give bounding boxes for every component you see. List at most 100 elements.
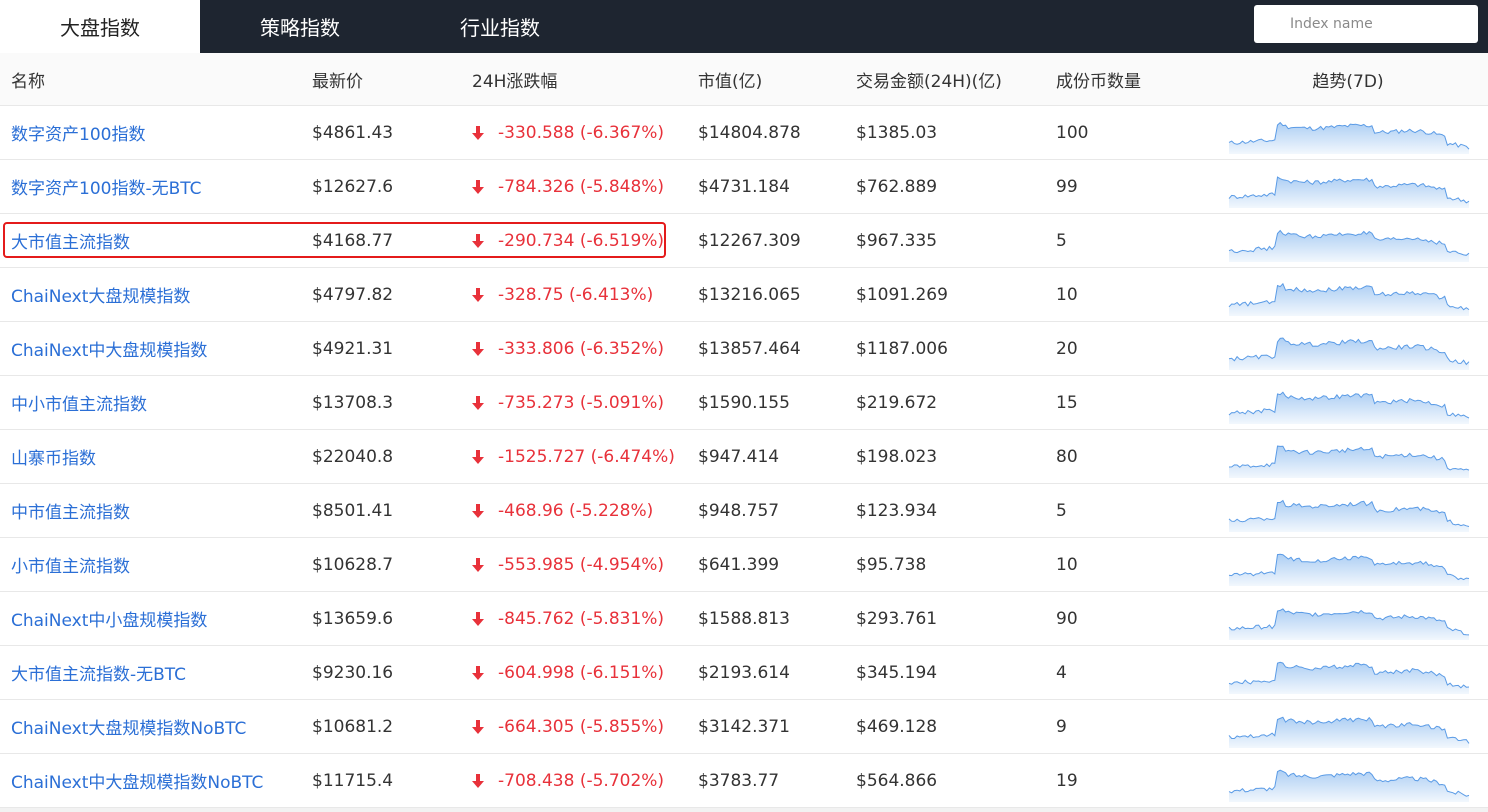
market-cap-cell: $3142.371 <box>698 716 790 737</box>
arrow-down-icon <box>472 395 484 410</box>
sparkline-area <box>1229 230 1469 262</box>
arrow-down-icon <box>472 125 484 140</box>
price-cell: $11715.4 <box>312 770 394 791</box>
volume-cell: $1187.006 <box>856 338 948 359</box>
price-cell: $12627.6 <box>312 176 394 197</box>
market-cap-cell: $1588.813 <box>698 608 790 629</box>
change-value: -708.438 (-5.702%) <box>498 770 665 791</box>
table-row[interactable]: 大市值主流指数-无BTC $9230.16 -604.998 (-6.151%) $2… <box>0 646 1488 700</box>
index-name-link[interactable]: 山寨币指数 <box>11 444 96 469</box>
index-name-link[interactable]: 中小市值主流指数 <box>11 390 147 415</box>
sparkline-area <box>1229 661 1469 694</box>
arrow-down-icon <box>472 341 484 356</box>
volume-cell: $1091.269 <box>856 284 948 305</box>
change-value: -328.75 (-6.413%) <box>498 284 654 305</box>
index-name-link[interactable]: 中市值主流指数 <box>11 498 130 523</box>
table-row[interactable]: ChaiNext大盘规模指数 $4797.82 -328.75 (-6.413%) $… <box>0 268 1488 322</box>
table-body: 数字资产100指数 $4861.43 -330.588 (-6.367%) $1480… <box>0 106 1488 808</box>
index-name-link[interactable]: 大市值主流指数-无BTC <box>11 660 186 685</box>
tab-industry-index[interactable]: 行业指数 <box>400 0 600 53</box>
trend-sparkline <box>1228 553 1470 586</box>
change-value: -604.998 (-6.151%) <box>498 662 665 683</box>
table-row[interactable]: ChaiNext中小盘规模指数 $13659.6 -845.762 (-5.831%… <box>0 592 1488 646</box>
volume-cell: $345.194 <box>856 662 938 683</box>
sparkline-area <box>1229 391 1469 424</box>
arrow-down-icon <box>472 449 484 464</box>
sparkline-area <box>1229 716 1469 748</box>
table-row[interactable]: 山寨币指数 $22040.8 -1525.727 (-6.474%) $947.414… <box>0 430 1488 484</box>
column-header-constituent-count: 成份币数量 <box>1056 71 1141 92</box>
tab-strategy-index[interactable]: 策略指数 <box>200 0 400 53</box>
table-row[interactable]: ChaiNext大盘规模指数NoBTC $10681.2 -664.305 (-5.… <box>0 700 1488 754</box>
constituent-count-cell: 10 <box>1056 554 1078 575</box>
change-value: -333.806 (-6.352%) <box>498 338 665 359</box>
market-cap-cell: $14804.878 <box>698 122 801 143</box>
market-cap-cell: $947.414 <box>698 446 780 467</box>
table-row[interactable]: 数字资产100指数 $4861.43 -330.588 (-6.367%) $1480… <box>0 106 1488 160</box>
change-value: -735.273 (-5.091%) <box>498 392 665 413</box>
constituent-count-cell: 5 <box>1056 500 1067 521</box>
sparkline-area <box>1229 122 1469 154</box>
trend-sparkline <box>1228 661 1470 694</box>
change-value: -290.734 (-6.519%) <box>498 230 665 251</box>
index-name-link[interactable]: ChaiNext中大盘规模指数NoBTC <box>11 768 263 793</box>
index-name-link[interactable]: 数字资产100指数 <box>11 120 145 145</box>
constituent-count-cell: 15 <box>1056 392 1078 413</box>
price-cell: $13659.6 <box>312 608 394 629</box>
tab-market-index[interactable]: 大盘指数 <box>0 0 200 53</box>
volume-cell: $967.335 <box>856 230 938 251</box>
sparkline-area <box>1229 176 1469 208</box>
price-cell: $4168.77 <box>312 230 394 251</box>
market-cap-cell: $2193.614 <box>698 662 790 683</box>
trend-sparkline <box>1228 499 1470 532</box>
search-input[interactable] <box>1254 5 1478 43</box>
constituent-count-cell: 19 <box>1056 770 1078 791</box>
trend-sparkline <box>1228 716 1470 748</box>
arrow-down-icon <box>472 287 484 302</box>
table-row[interactable]: 中小市值主流指数 $13708.3 -735.273 (-5.091%) $1590.… <box>0 376 1488 430</box>
constituent-count-cell: 4 <box>1056 662 1067 683</box>
volume-cell: $293.761 <box>856 608 938 629</box>
change-value: -468.96 (-5.228%) <box>498 500 654 521</box>
index-name-link[interactable]: ChaiNext大盘规模指数NoBTC <box>11 714 246 739</box>
market-cap-cell: $948.757 <box>698 500 780 521</box>
column-header-change: 24H涨跌幅 <box>472 71 558 92</box>
index-name-link[interactable]: ChaiNext大盘规模指数 <box>11 282 190 307</box>
market-cap-cell: $1590.155 <box>698 392 790 413</box>
table-row[interactable]: 大市值主流指数 $4168.77 -290.734 (-6.519%) $12267.… <box>0 214 1488 268</box>
table-row[interactable]: 数字资产100指数-无BTC $12627.6 -784.326 (-5.848%)… <box>0 160 1488 214</box>
constituent-count-cell: 10 <box>1056 284 1078 305</box>
arrow-down-icon <box>472 233 484 248</box>
index-name-link[interactable]: 小市值主流指数 <box>11 552 130 577</box>
price-cell: $4861.43 <box>312 122 394 143</box>
trend-sparkline <box>1228 121 1470 154</box>
change-value: -845.762 (-5.831%) <box>498 608 665 629</box>
volume-cell: $469.128 <box>856 716 938 737</box>
table-row[interactable]: ChaiNext中大盘规模指数NoBTC $11715.4 -708.438 (-5… <box>0 754 1488 808</box>
arrow-down-icon <box>472 719 484 734</box>
table-header: 名称 最新价 24H涨跌幅 市值(亿) 交易金额(24H)(亿) 成份币数量 趋… <box>0 53 1488 106</box>
volume-cell: $564.866 <box>856 770 938 791</box>
trend-sparkline <box>1228 607 1470 640</box>
price-cell: $22040.8 <box>312 446 394 467</box>
table-row[interactable]: ChaiNext中大盘规模指数 $4921.31 -333.806 (-6.352%… <box>0 322 1488 376</box>
trend-sparkline <box>1228 175 1470 208</box>
sparkline-area <box>1229 283 1469 316</box>
index-name-link[interactable]: ChaiNext中大盘规模指数 <box>11 336 207 361</box>
column-header-volume: 交易金额(24H)(亿) <box>856 71 1002 92</box>
index-table: 名称 最新价 24H涨跌幅 市值(亿) 交易金额(24H)(亿) 成份币数量 趋… <box>0 53 1488 808</box>
market-cap-cell: $13216.065 <box>698 284 801 305</box>
index-name-link[interactable]: 大市值主流指数 <box>11 228 130 253</box>
table-row[interactable]: 小市值主流指数 $10628.7 -553.985 (-4.954%) $641.39… <box>0 538 1488 592</box>
sparkline-area <box>1229 500 1469 532</box>
trend-sparkline <box>1228 445 1470 478</box>
market-cap-cell: $3783.77 <box>698 770 780 791</box>
volume-cell: $1385.03 <box>856 122 938 143</box>
trend-sparkline <box>1228 769 1470 802</box>
index-name-link[interactable]: 数字资产100指数-无BTC <box>11 174 202 199</box>
table-row[interactable]: 中市值主流指数 $8501.41 -468.96 (-5.228%) $948.757… <box>0 484 1488 538</box>
arrow-down-icon <box>472 611 484 626</box>
index-name-link[interactable]: ChaiNext中小盘规模指数 <box>11 606 207 631</box>
trend-sparkline <box>1228 282 1470 316</box>
sparkline-area <box>1229 608 1469 640</box>
